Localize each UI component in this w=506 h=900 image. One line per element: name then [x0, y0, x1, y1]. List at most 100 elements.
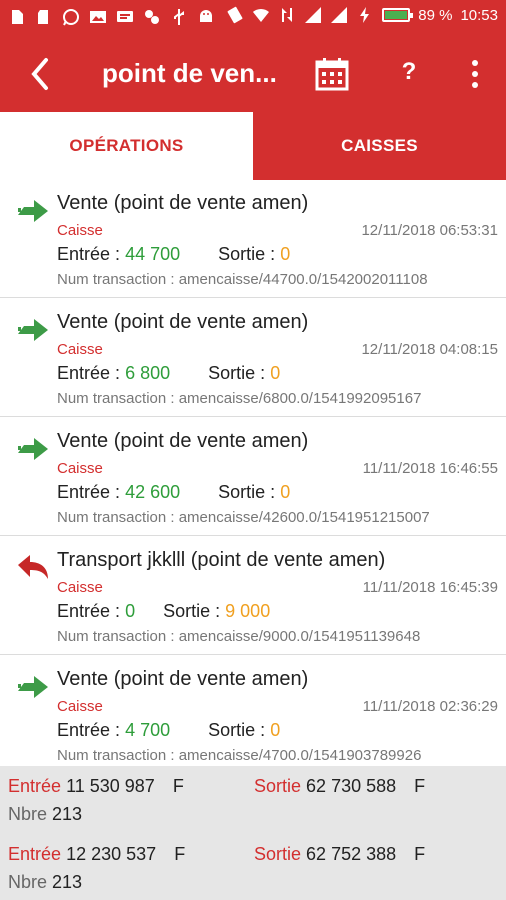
sortie-label: Sortie :: [163, 601, 221, 621]
total-count: Nbre 213: [8, 872, 82, 893]
sortie-value: 0: [280, 482, 291, 502]
entree-value: 4 700: [125, 720, 171, 740]
battery-icon: [382, 8, 414, 22]
sortie-label: Sortie :: [208, 720, 266, 740]
vibrate-icon: [227, 6, 243, 24]
usb-icon: [174, 9, 184, 25]
entree-label: Entrée :: [57, 720, 121, 740]
total-count: Nbre 213: [8, 804, 82, 825]
transaction-number: Num transaction : amencaisse/9000.0/1541…: [57, 628, 421, 645]
page-title: point de ven...: [102, 58, 277, 88]
operation-name: Transport jkklll (point de vente amen): [57, 549, 386, 571]
total-entree: Entrée 12 230 537 F: [8, 844, 185, 865]
sortie-label: Sortie :: [208, 363, 266, 383]
reply-arrow-icon: [18, 555, 48, 579]
arrow-right-icon: [18, 319, 48, 341]
operation-amounts: Entrée : 4 700 Sortie : 0: [57, 720, 280, 741]
operation-date: 11/11/2018 16:46:55: [362, 460, 498, 477]
operation-amounts: Entrée : 44 700 Sortie : 0: [57, 244, 290, 265]
calendar-icon[interactable]: [314, 56, 350, 92]
operation-date: 12/11/2018 06:53:31: [361, 222, 498, 239]
list-item[interactable]: Vente (point de vente amen) Caisse 11/11…: [0, 418, 506, 536]
entree-unit: F: [172, 776, 184, 796]
whatsapp-icon: [63, 9, 79, 26]
sortie-unit: F: [414, 776, 426, 796]
operation-category: Caisse: [57, 698, 103, 715]
operation-amounts: Entrée : 6 800 Sortie : 0: [57, 363, 280, 384]
entree-label: Entrée :: [57, 244, 121, 264]
entree-unit: F: [174, 844, 186, 864]
sortie-label: Sortie: [254, 844, 302, 864]
arrow-right-icon: [18, 200, 48, 222]
list-item[interactable]: Vente (point de vente amen) Caisse 11/11…: [0, 656, 506, 766]
entree-value: 11 530 987: [66, 776, 155, 796]
sortie-label: Sortie :: [218, 482, 276, 502]
total-sortie: Sortie 62 730 588 F: [254, 776, 425, 797]
sim-icon: [12, 10, 23, 24]
transaction-number: Num transaction : amencaisse/44700.0/154…: [57, 271, 428, 288]
signal-icon: [305, 7, 322, 23]
operation-category: Caisse: [57, 222, 103, 239]
more-vert-icon[interactable]: [462, 58, 488, 90]
transaction-number: Num transaction : amencaisse/42600.0/154…: [57, 509, 430, 526]
clock: 10:53: [460, 6, 498, 24]
entree-value: 12 230 537: [66, 844, 157, 864]
data-icon: [282, 8, 293, 22]
sortie-value: 0: [280, 244, 291, 264]
tab-operations[interactable]: OPÉRATIONS: [0, 112, 253, 180]
wifi-icon: [253, 8, 270, 22]
operation-amounts: Entrée : 42 600 Sortie : 0: [57, 482, 290, 503]
transaction-number: Num transaction : amencaisse/4700.0/1541…: [57, 747, 422, 764]
entree-value: 42 600: [125, 482, 181, 502]
entree-value: 44 700: [125, 244, 181, 264]
entree-value: 6 800: [125, 363, 171, 383]
operation-category: Caisse: [57, 341, 103, 358]
nbre-label: Nbre: [8, 804, 48, 824]
sortie-value: 62 730 588: [306, 776, 397, 796]
entree-label: Entrée :: [57, 482, 121, 502]
sd-icon: [38, 10, 48, 24]
list-item[interactable]: Transport jkklll (point de vente amen) C…: [0, 537, 506, 655]
nbre-value: 213: [52, 872, 83, 892]
sortie-label: Sortie :: [218, 244, 276, 264]
android-icon: [200, 10, 212, 22]
operation-date: 12/11/2018 04:08:15: [361, 341, 498, 358]
help-button[interactable]: ?: [394, 58, 424, 86]
list-item[interactable]: Vente (point de vente amen) Caisse 12/11…: [0, 180, 506, 298]
operation-name: Vente (point de vente amen): [57, 192, 309, 214]
operation-date: 11/11/2018 16:45:39: [362, 579, 498, 596]
transaction-number: Num transaction : amencaisse/6800.0/1541…: [57, 390, 422, 407]
arrow-right-icon: [18, 676, 48, 698]
operation-name: Vente (point de vente amen): [57, 311, 309, 333]
operations-list[interactable]: Vente (point de vente amen) Caisse 12/11…: [0, 180, 506, 766]
operation-category: Caisse: [57, 460, 103, 477]
operation-name: Vente (point de vente amen): [57, 430, 309, 452]
sortie-value: 0: [270, 720, 281, 740]
charging-icon: [360, 7, 370, 23]
notification-icons: [8, 8, 215, 26]
sortie-value: 62 752 388: [306, 844, 397, 864]
nbre-value: 213: [52, 804, 83, 824]
entree-label: Entrée: [8, 776, 62, 796]
entree-value: 0: [125, 601, 136, 621]
operation-name: Vente (point de vente amen): [57, 668, 309, 690]
sortie-value: 0: [270, 363, 281, 383]
app-bar: point de ven... ?: [0, 36, 506, 112]
sortie-label: Sortie: [254, 776, 302, 796]
nbre-label: Nbre: [8, 872, 48, 892]
status-bar: 89 % 10:53: [0, 0, 506, 36]
sortie-value: 9 000: [225, 601, 271, 621]
tab-bar: OPÉRATIONS CAISSES: [0, 112, 506, 180]
app-icon: [145, 10, 159, 24]
back-arrow-icon[interactable]: [24, 54, 60, 94]
operation-date: 11/11/2018 02:36:29: [362, 698, 498, 715]
entree-label: Entrée :: [57, 601, 121, 621]
tab-caisses[interactable]: CAISSES: [253, 112, 506, 180]
battery-percent: 89 %: [418, 6, 453, 24]
totals-footer: Entrée 11 530 987 F Sortie 62 730 588 F …: [0, 766, 506, 900]
operation-category: Caisse: [57, 579, 103, 596]
total-entree: Entrée 11 530 987 F: [8, 776, 184, 797]
entree-label: Entrée :: [57, 363, 121, 383]
total-sortie: Sortie 62 752 388 F: [254, 844, 425, 865]
list-item[interactable]: Vente (point de vente amen) Caisse 12/11…: [0, 299, 506, 417]
